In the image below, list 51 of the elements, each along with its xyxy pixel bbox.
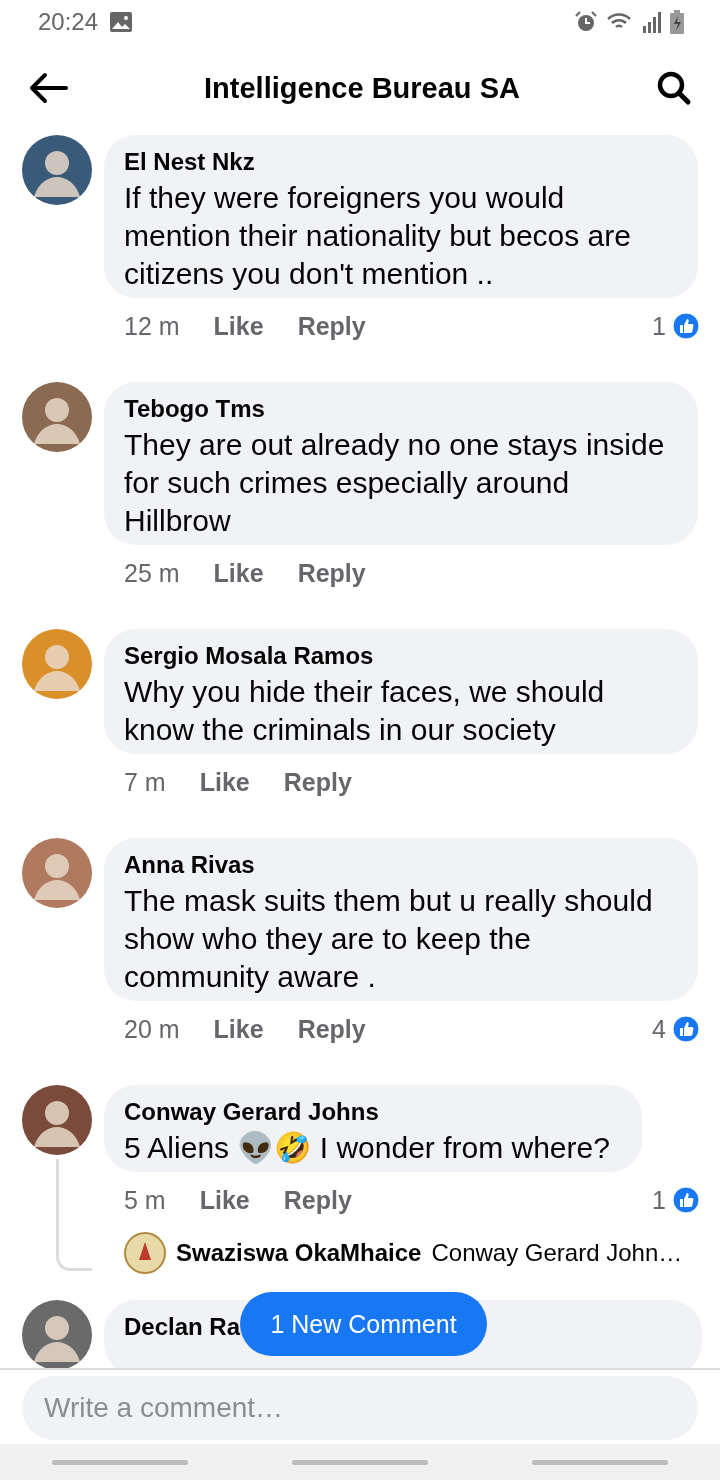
comment-author[interactable]: Anna Rivas bbox=[124, 848, 255, 882]
reply-author[interactable]: Swaziswa OkaMhaice bbox=[176, 1239, 422, 1267]
comment-text: 5 Aliens 👽🤣 I wonder from where? bbox=[124, 1130, 610, 1166]
like-reaction-icon bbox=[672, 1015, 700, 1043]
comment-time: 20 m bbox=[124, 1014, 180, 1044]
back-arrow-icon[interactable] bbox=[28, 72, 68, 104]
page-title: Intelligence Bureau SA bbox=[203, 71, 521, 105]
status-time: 20:24 bbox=[38, 8, 99, 36]
like-count: 1 bbox=[652, 311, 666, 341]
comment-author[interactable]: Sergio Mosala Ramos bbox=[124, 639, 374, 673]
avatar bbox=[22, 629, 92, 699]
comment-author[interactable]: Declan Ra bbox=[124, 1310, 241, 1344]
comment-time: 25 m bbox=[124, 558, 180, 588]
comment-time: 5 m bbox=[124, 1185, 166, 1215]
alarm-icon bbox=[574, 10, 598, 34]
like-reaction-icon bbox=[672, 1186, 700, 1214]
comment-text: The mask suits them but u really should show who they are to keep the community aware . bbox=[124, 883, 654, 995]
reply-link[interactable]: Reply bbox=[297, 558, 366, 588]
new-comment-button[interactable]: 1 New Comment bbox=[240, 1292, 487, 1356]
comment-author[interactable]: El Nest Nkz bbox=[124, 145, 255, 179]
signal-icon bbox=[642, 11, 662, 33]
comment-text: If they were foreigners you would mention their nationality but becos are citizens you don't mention .. bbox=[124, 180, 632, 292]
avatar bbox=[22, 838, 92, 908]
comment-text: Why you hide their faces, we should know the criminals in our society bbox=[124, 674, 606, 748]
image-icon bbox=[110, 12, 133, 32]
avatar bbox=[22, 382, 92, 452]
reply-link[interactable]: Reply bbox=[283, 1185, 352, 1215]
reply-preview[interactable]: Conway Gerard John… bbox=[431, 1239, 683, 1267]
search-icon[interactable] bbox=[656, 70, 692, 106]
comment-text: They are out already no one stays inside for such crimes especially around Hillbrow bbox=[124, 427, 666, 539]
reply-link[interactable]: Reply bbox=[297, 1014, 366, 1044]
avatar bbox=[22, 135, 92, 205]
reply-link[interactable]: Reply bbox=[297, 311, 366, 341]
like-link[interactable]: Like bbox=[199, 767, 250, 797]
like-count: 4 bbox=[652, 1014, 666, 1044]
avatar bbox=[22, 1085, 92, 1155]
avatar bbox=[22, 1300, 92, 1368]
like-link[interactable]: Like bbox=[213, 558, 264, 588]
like-link[interactable]: Like bbox=[213, 311, 264, 341]
comment-author[interactable]: Conway Gerard Johns bbox=[124, 1095, 379, 1129]
reply-link[interactable]: Reply bbox=[283, 767, 352, 797]
comment-time: 12 m bbox=[124, 311, 180, 341]
like-reaction-icon bbox=[672, 312, 700, 340]
comment-time: 7 m bbox=[124, 767, 166, 797]
avatar bbox=[124, 1232, 166, 1274]
comment-author[interactable]: Tebogo Tms bbox=[124, 392, 265, 426]
battery-icon bbox=[670, 10, 684, 34]
like-link[interactable]: Like bbox=[213, 1014, 264, 1044]
like-link[interactable]: Like bbox=[199, 1185, 250, 1215]
comment-input-field[interactable]: Write a comment… bbox=[22, 1376, 698, 1440]
like-count: 1 bbox=[652, 1185, 666, 1215]
